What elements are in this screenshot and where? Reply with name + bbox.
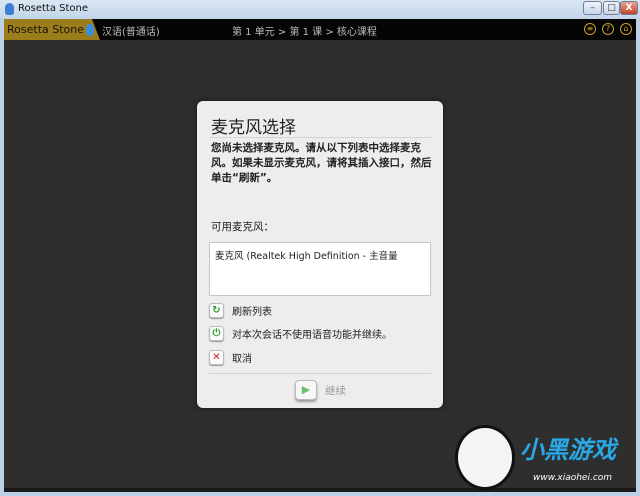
continue-without-voice-button[interactable]: ⏻ 对本次会话不使用语音功能并继续。 (209, 326, 392, 341)
divider (209, 373, 431, 374)
breadcrumb: 第 1 单元 > 第 1 课 > 核心课程 (232, 27, 377, 38)
app-icon (5, 3, 14, 15)
app-header: Rosetta Stone 汉语(普通话) 第 1 单元 > 第 1 课 > 核… (4, 19, 636, 40)
logo-drop-icon (86, 24, 95, 36)
title-bar: Rosetta Stone – □ X (0, 0, 640, 19)
language-label: 汉语(普通话) (102, 27, 160, 38)
list-label: 可用麦克风： (211, 221, 274, 233)
close-button[interactable]: X (620, 1, 638, 15)
microphone-select-dialog: 麦克风选择 您尚未选择麦克风。请从以下列表中选择麦克风。如果未显示麦克风，请将其… (197, 101, 443, 408)
microphone-list[interactable]: 麦克风 (Realtek High Definition - 主音量 (209, 242, 431, 296)
microphone-item[interactable]: 麦克风 (Realtek High Definition - 主音量 (215, 248, 398, 262)
window-title: Rosetta Stone (18, 3, 89, 14)
rosetta-stone-logo: Rosetta Stone (4, 19, 100, 40)
home-icon[interactable]: ⌂ (620, 23, 632, 35)
refresh-icon: ↻ (209, 303, 224, 318)
dialog-title: 麦克风选择 (211, 118, 296, 138)
dialog-message: 您尚未选择麦克风。请从以下列表中选择麦克风。如果未显示麦克风，请将其插入接口，然… (211, 142, 432, 184)
notes-icon[interactable]: ≡ (584, 23, 596, 35)
close-icon: ✕ (209, 350, 224, 365)
panda-icon (455, 425, 515, 490)
continue-button[interactable]: ▶ 继续 (295, 380, 346, 400)
minimize-button[interactable]: – (583, 1, 602, 15)
watermark-logo: 小黑游戏 www.xiaohei.com (445, 425, 640, 495)
help-icon[interactable]: ? (602, 23, 614, 35)
mic-off-icon: ⏻ (209, 326, 224, 341)
divider (209, 137, 431, 138)
maximize-button[interactable]: □ (603, 1, 620, 15)
cancel-button[interactable]: ✕ 取消 (209, 350, 252, 365)
refresh-list-button[interactable]: ↻ 刷新列表 (209, 303, 272, 318)
play-icon: ▶ (295, 380, 317, 400)
